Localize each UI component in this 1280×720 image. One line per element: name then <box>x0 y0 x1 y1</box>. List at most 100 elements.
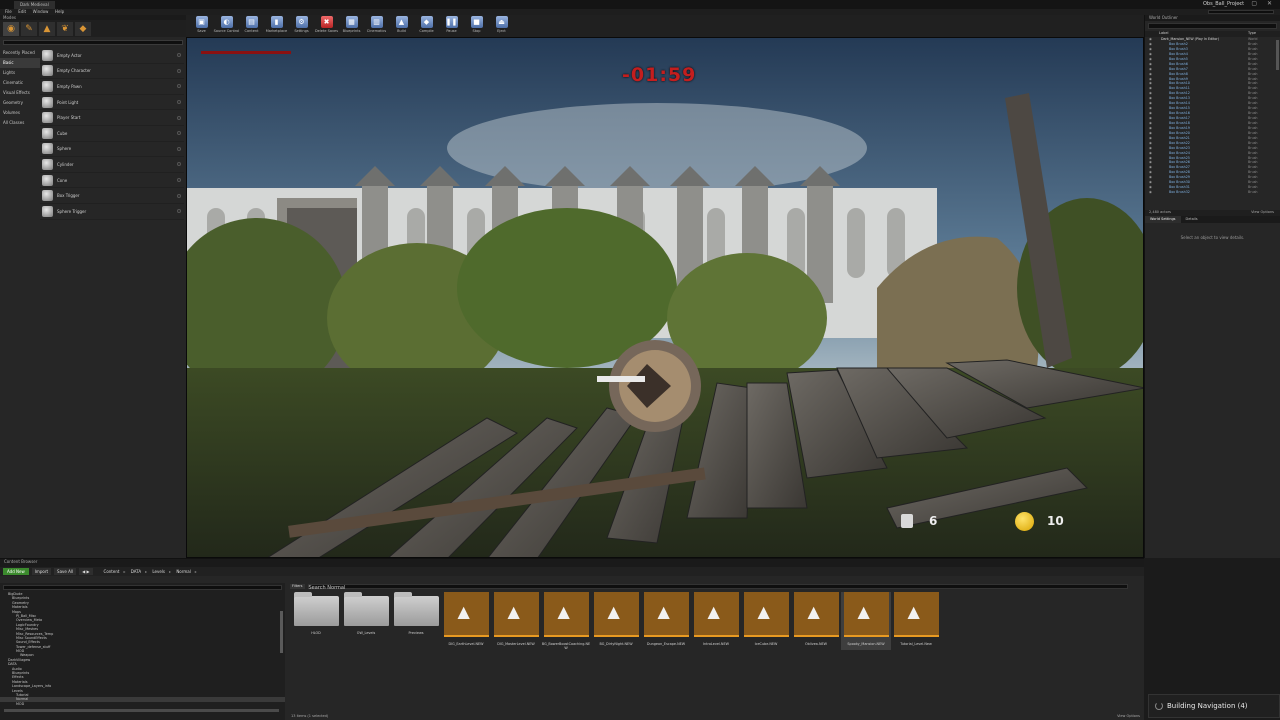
place-item[interactable]: Player Start <box>40 110 184 126</box>
map-asset-tile[interactable]: DIG_MasterLevel.NEW <box>491 592 541 650</box>
build-button[interactable]: ▲ Build <box>389 15 414 37</box>
place-item[interactable]: Empty Pawn <box>40 79 184 95</box>
game-scene <box>187 38 1143 557</box>
place-item[interactable]: Cube <box>40 126 184 142</box>
place-item[interactable]: Cone <box>40 173 184 189</box>
stop-button[interactable]: ■ Stop <box>464 15 489 37</box>
save-all-button[interactable]: Save All <box>54 568 77 575</box>
breadcrumb-normal[interactable]: Normal <box>176 569 190 574</box>
add-new-button[interactable]: Add New <box>3 568 29 575</box>
modes-search-input[interactable] <box>3 40 183 45</box>
visibility-icon[interactable]: ◉ <box>1145 190 1159 195</box>
cinematics-button[interactable]: ▥ Cinematics <box>364 15 389 37</box>
outliner-list: ◉ Dark_Mansion_NEW (Play In Editor) World … <box>1145 37 1280 202</box>
delete-saves-button[interactable]: ✖ Delete Saves <box>314 15 339 37</box>
marketplace-button[interactable]: ▮ Marketplace <box>264 15 289 37</box>
compile-button[interactable]: ◆ Compile <box>414 15 439 37</box>
window-controls[interactable]: ‒ ▢ ✕ <box>1238 0 1276 7</box>
pause-button[interactable]: ❚❚ Pause <box>439 15 464 37</box>
menu-edit[interactable]: Edit <box>18 9 26 14</box>
category-recently-placed[interactable]: Recently Placed <box>0 48 40 58</box>
search-help-input[interactable] <box>1208 10 1274 14</box>
chevron-right-icon: ▸ <box>145 569 148 574</box>
outliner-view-options[interactable]: View Options <box>1251 210 1274 214</box>
blueprints-button[interactable]: ▦ Blueprints <box>339 15 364 37</box>
geometry-mode-icon[interactable]: ◆ <box>75 21 91 36</box>
paint-mode-icon[interactable]: ✎ <box>21 21 37 36</box>
place-item[interactable]: Box Trigger <box>40 188 184 204</box>
level-map-icon <box>643 592 689 637</box>
map-asset-tile[interactable]: Oblivea.NEW <box>791 592 841 650</box>
landscape-mode-icon[interactable]: ▲ <box>39 21 55 36</box>
category-basic[interactable]: Basic <box>0 58 40 68</box>
history-back-icon[interactable]: ◀ ▶ <box>79 568 93 575</box>
map-asset-tile[interactable]: Dungeon_Escape.NEW <box>641 592 691 650</box>
asset-grid: HLODOW_LevelsPreviewsDIG_EarthLevel.NEWD… <box>288 592 1144 650</box>
folder-tile[interactable]: HLOD <box>291 592 341 650</box>
settings-button[interactable]: ⚙ Settings <box>289 15 314 37</box>
place-item[interactable]: Point Light <box>40 95 184 111</box>
category-all-classes[interactable]: All Classes <box>0 118 40 128</box>
source-control-button[interactable]: ◐ Source Control <box>214 15 239 37</box>
menu-file[interactable]: File <box>5 9 12 14</box>
import-button[interactable]: Import <box>31 568 52 575</box>
folder-node[interactable]: MOD <box>0 702 285 706</box>
asset-view-options[interactable]: View Options <box>1117 714 1140 718</box>
content-button[interactable]: ▤ Content <box>239 15 264 37</box>
viewport-warning-bar <box>201 51 291 54</box>
compile-icon: ◆ <box>420 16 433 28</box>
folder-tile[interactable]: Previews <box>391 592 441 650</box>
place-item[interactable]: Sphere <box>40 142 184 158</box>
tree-horizontal-scrollbar[interactable] <box>4 709 279 712</box>
folder-search-input[interactable] <box>3 585 282 590</box>
tree-vertical-scrollbar[interactable] <box>280 611 283 653</box>
asset-search-input[interactable]: Search Normal <box>307 583 1128 591</box>
category-volumes[interactable]: Volumes <box>0 108 40 118</box>
menu-help[interactable]: Help <box>55 9 64 14</box>
map-asset-tile[interactable]: DIG_EarthLevel.NEW <box>441 592 491 650</box>
map-asset-tile[interactable]: BG_DirtyNight.NEW <box>591 592 641 650</box>
map-asset-tile[interactable]: IceCube.NEW <box>741 592 791 650</box>
eject-button[interactable]: ⏏ Eject <box>489 15 514 37</box>
outliner-tab[interactable]: World Outliner <box>1145 15 1280 21</box>
category-visual-effects[interactable]: Visual Effects <box>0 88 40 98</box>
asset-view: Filters Search Normal HLOD OW_Levels Previ… <box>288 583 1144 720</box>
editor-tab[interactable]: Dark Medieval <box>14 1 55 9</box>
outliner-scrollbar[interactable] <box>1276 40 1279 70</box>
countdown-timer: -01:59 <box>622 64 697 86</box>
tab-details[interactable]: Details <box>1181 216 1203 223</box>
actor-count: 2,480 actors <box>1149 210 1171 214</box>
info-icon <box>177 131 181 136</box>
category-cinematic[interactable]: Cinematic <box>0 78 40 88</box>
map-asset-tile[interactable]: BG_BowerBoostCoaching.NEW <box>541 592 591 650</box>
place-item[interactable]: Empty Actor <box>40 48 184 64</box>
place-item[interactable]: Cylinder <box>40 157 184 173</box>
ammo-count: 6 <box>929 514 938 528</box>
stop-icon: ■ <box>470 16 483 28</box>
details-tabs: World Settings Details <box>1145 216 1280 223</box>
breadcrumb-levels[interactable]: Levels <box>152 569 165 574</box>
category-geometry[interactable]: Geometry <box>0 98 40 108</box>
foliage-mode-icon[interactable]: ❦ <box>57 21 73 36</box>
map-asset-tile[interactable]: Tutorial_Level.New <box>891 592 941 650</box>
asset-filter-bar: Filters Search Normal <box>288 583 1144 591</box>
content-browser-tab[interactable]: Content Browser <box>0 559 1144 567</box>
place-item[interactable]: Sphere Trigger <box>40 204 184 220</box>
outliner-search-input[interactable] <box>1148 23 1277 29</box>
breadcrumb-content[interactable]: Content <box>104 569 120 574</box>
map-asset-tile[interactable]: Spooky_Mansion.NEW <box>841 592 891 650</box>
folder-tile[interactable]: OW_Levels <box>341 592 391 650</box>
cube-icon <box>42 127 53 139</box>
save-button[interactable]: ▣ Save <box>189 15 214 37</box>
level-map-icon <box>793 592 839 637</box>
menu-window[interactable]: Window <box>33 9 49 14</box>
breadcrumb-data[interactable]: DATA <box>131 569 141 574</box>
place-mode-icon[interactable]: ◉ <box>3 21 19 36</box>
tab-world-settings[interactable]: World Settings <box>1145 216 1181 223</box>
category-lights[interactable]: Lights <box>0 68 40 78</box>
filters-button[interactable]: Filters <box>290 583 305 589</box>
place-item[interactable]: Empty Character <box>40 64 184 80</box>
map-asset-tile[interactable]: IntroLevel.NEW <box>691 592 741 650</box>
outliner-row[interactable]: ◉ Box Brush32 Brush <box>1145 190 1280 195</box>
level-viewport[interactable]: -01:59 6 10 <box>186 37 1144 558</box>
